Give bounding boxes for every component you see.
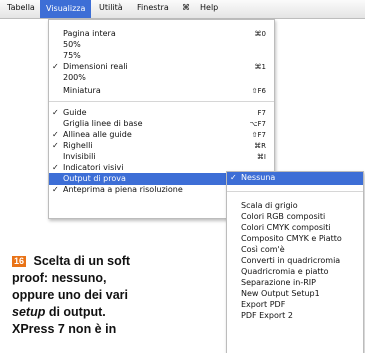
caption-line: oppure uno dei vari [12,288,128,302]
caption-line: setup di output. [12,305,106,319]
figure-caption: 16 Scelta di un soft proof: nessuno, opp… [12,253,137,338]
menu-item-miniatura[interactable]: Miniatura ⇧F6 [49,85,274,97]
menu-utilita[interactable]: Utilità [99,3,123,12]
menu-separator [49,101,274,102]
menu-finestra[interactable]: Finestra [137,3,169,12]
menubar: Tabella Visualizza Utilità Finestra ⌘ He… [0,0,365,19]
submenu-item-pdf-export-2[interactable]: PDF Export 2 [227,310,363,322]
menu-separator [227,191,363,192]
check-mark: ✓ [230,173,237,182]
caption-line: 16 Scelta di un soft [12,254,131,268]
menu-help[interactable]: Help [200,3,218,12]
menu-item-200[interactable]: 200% [49,72,274,84]
output-submenu: ✓ Nessuna Scala di grigio Colori RGB com… [226,171,364,353]
caption-line: XPress 7 non è in [12,322,117,336]
caption-line: proof: nessuno, [12,271,107,285]
script-menu-icon[interactable]: ⌘ [182,3,190,12]
check-mark: ✓ [52,185,59,194]
submenu-item-nessuna[interactable]: ✓ Nessuna [227,172,363,185]
menu-tabella[interactable]: Tabella [7,3,35,12]
menu-visualizza[interactable]: Visualizza [40,0,92,18]
figure-number-badge: 16 [12,256,27,267]
